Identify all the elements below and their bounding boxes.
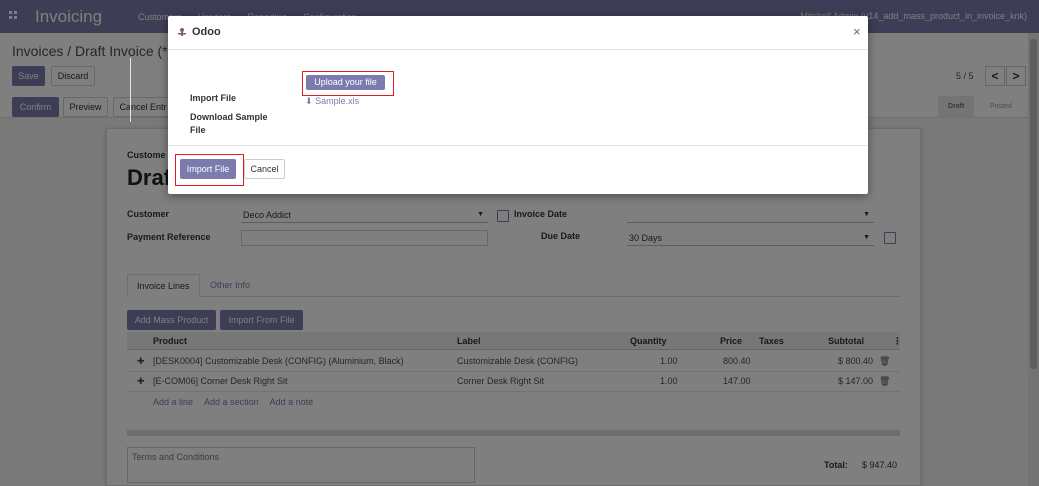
upload-file-button[interactable]: Upload your file xyxy=(306,75,385,90)
close-icon[interactable]: × xyxy=(853,24,861,39)
modal-header: Odoo × xyxy=(168,16,868,50)
sample-download-link[interactable]: ⬇ Sample.xls xyxy=(305,96,359,107)
modal-body: Import File Download Sample File xyxy=(168,50,868,145)
cancel-button[interactable]: Cancel xyxy=(244,159,285,179)
modal-title: Odoo xyxy=(192,26,221,38)
import-file-button[interactable]: Import File xyxy=(180,159,236,179)
import-file-label: Import File xyxy=(190,93,237,103)
download-icon: ⬇ xyxy=(305,96,313,106)
modal-footer-divider xyxy=(168,145,868,146)
modal-field-divider xyxy=(130,58,131,122)
odoo-logo-icon xyxy=(178,28,186,36)
download-sample-label: Download Sample File xyxy=(190,112,268,135)
sample-link-label: Sample.xls xyxy=(315,96,360,106)
